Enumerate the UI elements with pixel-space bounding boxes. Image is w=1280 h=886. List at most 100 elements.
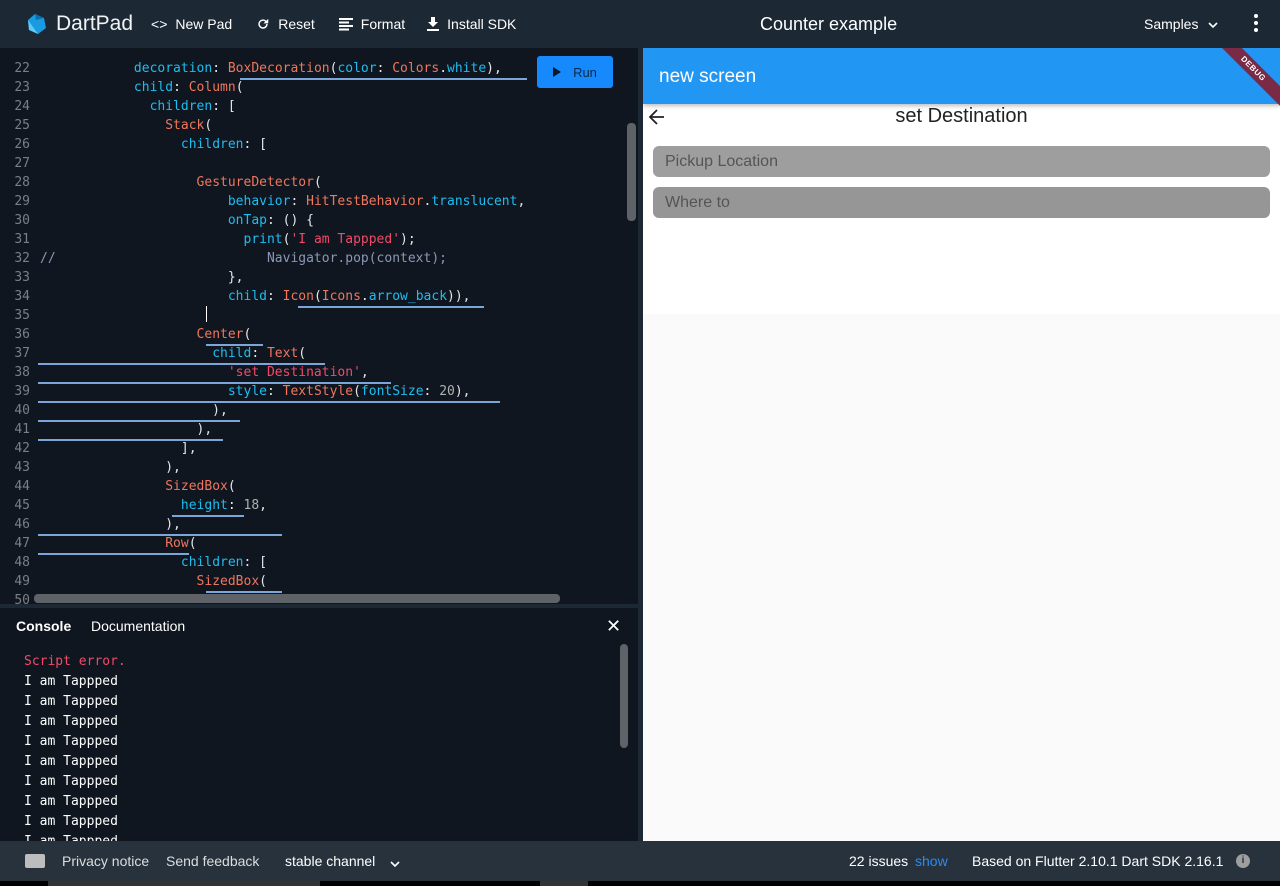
console-line: I am Tappped (24, 794, 118, 809)
console-line: I am Tappped (24, 714, 118, 729)
code-line[interactable]: 47 Row( (0, 534, 638, 553)
line-number: 46 (14, 517, 30, 532)
code-text: ), (40, 422, 213, 437)
editor-horizontal-scrollbar[interactable] (34, 594, 560, 603)
keyboard-icon[interactable] (25, 854, 45, 868)
code-text: behavior: HitTestBehavior.translucent, (227, 194, 526, 209)
code-line[interactable]: 43 ), (0, 458, 638, 477)
line-number: 26 (14, 137, 30, 152)
privacy-notice-link[interactable]: Privacy notice (62, 853, 149, 869)
code-text: ], (40, 441, 197, 456)
code-line[interactable]: 49 SizedBox( (0, 572, 638, 591)
line-number: 45 (14, 498, 30, 513)
samples-dropdown[interactable]: Samples (1144, 16, 1219, 32)
send-feedback-link[interactable]: Send feedback (166, 853, 259, 869)
console-panel: Console Documentation ✕ Script error. I a… (0, 608, 638, 841)
lint-underline (38, 382, 391, 384)
lint-underline (38, 363, 325, 365)
line-number: 30 (14, 213, 30, 228)
code-line[interactable]: 30 onTap: () { (0, 211, 638, 230)
show-issues-link[interactable]: show (915, 853, 948, 869)
pickup-location-field[interactable]: Pickup Location (653, 146, 1270, 177)
line-number: 37 (14, 346, 30, 361)
code-line[interactable]: 27 (0, 154, 638, 173)
where-to-field[interactable]: Where to (653, 187, 1270, 218)
code-text: child: Icon(Icons.arrow_back)), (227, 289, 471, 304)
line-number: 41 (14, 422, 30, 437)
lint-underline (298, 306, 484, 308)
line-number: 31 (14, 232, 30, 247)
code-text: print('I am Tappped'); (243, 232, 416, 247)
code-line[interactable]: 32 // Navigator.pop(context); (0, 249, 638, 268)
code-line[interactable]: 39 style: TextStyle(fontSize: 20), (0, 382, 638, 401)
line-number: 38 (14, 365, 30, 380)
reset-button[interactable]: Reset (256, 16, 315, 32)
code-text: ), (40, 517, 181, 532)
refresh-icon (256, 17, 270, 31)
code-line[interactable]: 45 height: 18, (0, 496, 638, 515)
line-number: 22 (14, 61, 30, 76)
tab-documentation[interactable]: Documentation (91, 618, 185, 634)
console-scrollbar[interactable] (620, 644, 628, 748)
line-number: 32 (14, 251, 30, 266)
console-line: I am Tappped (24, 734, 118, 749)
code-line[interactable]: 31 print('I am Tappped'); (0, 230, 638, 249)
console-line: I am Tappped (24, 754, 118, 769)
new-pad-button[interactable]: <> New Pad (151, 16, 232, 32)
code-text: 'set Destination', (227, 365, 369, 380)
line-number: 34 (14, 289, 30, 304)
more-vert-icon[interactable] (1248, 14, 1264, 34)
code-text: GestureDetector( (196, 175, 322, 190)
code-line[interactable]: 40 ), (0, 401, 638, 420)
chevron-down-icon[interactable] (390, 855, 400, 871)
code-line[interactable]: 42 ], (0, 439, 638, 458)
reset-label: Reset (278, 16, 315, 32)
line-number: 28 (14, 175, 30, 190)
install-sdk-button[interactable]: Install SDK (427, 16, 516, 32)
code-line[interactable]: 48 children: [ (0, 553, 638, 572)
code-line[interactable]: 25 Stack( (0, 116, 638, 135)
code-text: Center( (196, 327, 252, 342)
code-line[interactable]: 24 children: [ (0, 97, 638, 116)
code-line[interactable]: 29 behavior: HitTestBehavior.translucent… (0, 192, 638, 211)
code-text: }, (40, 270, 244, 285)
code-line[interactable]: 44 SizedBox( (0, 477, 638, 496)
code-line[interactable]: 36 Center( (0, 325, 638, 344)
console-line: I am Tappped (24, 814, 118, 829)
line-number: 40 (14, 403, 30, 418)
code-line[interactable]: 41 ), (0, 420, 638, 439)
code-text: children: [ (180, 137, 267, 152)
code-line[interactable]: 35 (0, 306, 638, 325)
info-icon[interactable]: i (1236, 854, 1250, 868)
code-text: onTap: () { (227, 213, 314, 228)
tab-console[interactable]: Console (16, 618, 71, 634)
code-text: Stack( (165, 118, 213, 133)
code-line[interactable]: 46 ), (0, 515, 638, 534)
download-icon (427, 17, 440, 31)
console-line: I am Tappped (24, 832, 118, 841)
code-text: // Navigator.pop(context); (40, 251, 447, 266)
chevron-down-icon (1208, 16, 1219, 32)
editor-vertical-scrollbar[interactable] (627, 123, 636, 221)
code-editor[interactable]: 22 decoration: BoxDecoration(color: Colo… (0, 48, 638, 604)
console-line: I am Tappped (24, 774, 118, 789)
line-number: 48 (14, 555, 30, 570)
code-line[interactable]: 38 'set Destination', (0, 363, 638, 382)
close-icon[interactable]: ✕ (606, 616, 621, 637)
code-text: decoration: BoxDecoration(color: Colors.… (133, 61, 502, 76)
channel-select[interactable]: stable channel (285, 853, 375, 869)
code-line[interactable]: 33 }, (0, 268, 638, 287)
version-info: Based on Flutter 2.10.1 Dart SDK 2.16.1 (972, 853, 1224, 869)
app-bar-title: new screen (659, 66, 757, 87)
dartpad-logo[interactable]: DartPad (24, 12, 133, 36)
code-line[interactable]: 28 GestureDetector( (0, 173, 638, 192)
format-button[interactable]: Format (338, 16, 405, 32)
line-number: 50 (14, 593, 30, 604)
code-line[interactable]: 26 children: [ (0, 135, 638, 154)
code-text: children: [ (180, 555, 267, 570)
arrow-back-icon[interactable] (647, 107, 667, 127)
run-button[interactable]: Run (537, 56, 613, 88)
code-line[interactable]: 34 child: Icon(Icons.arrow_back)), (0, 287, 638, 306)
code-line[interactable]: 37 child: Text( (0, 344, 638, 363)
code-text: child: Column( (133, 80, 244, 95)
